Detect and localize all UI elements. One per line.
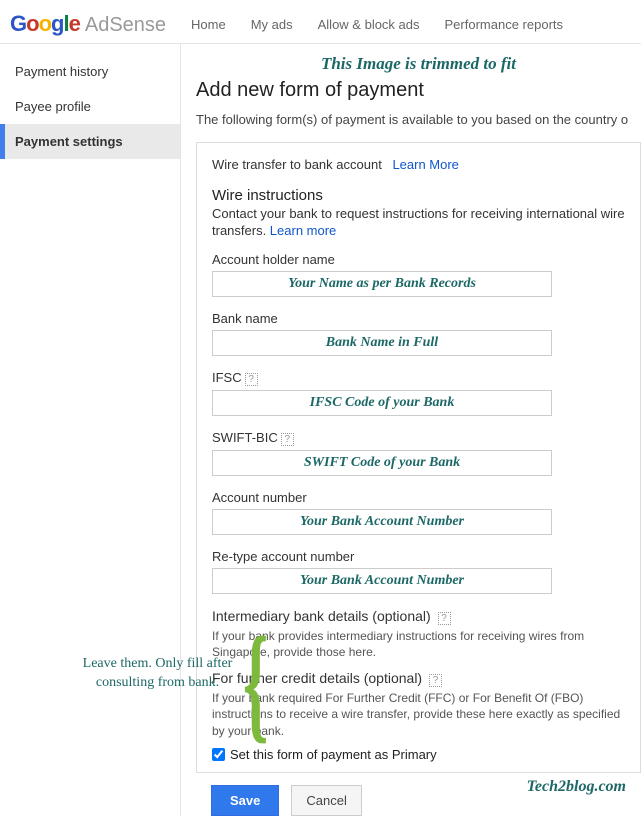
save-button[interactable]: Save [211,785,279,816]
input-retype-account[interactable]: Your Bank Account Number [212,568,552,594]
ffc-desc: If your bank required For Further Credit… [212,690,625,739]
primary-checkbox[interactable] [212,748,225,761]
primary-checkbox-row: Set this form of payment as Primary [212,747,625,762]
label-bank-name: Bank name [212,311,625,326]
label-ifsc: IFSC? [212,370,625,386]
nav-home[interactable]: Home [191,17,226,32]
nav-performance[interactable]: Performance reports [445,17,564,32]
nav-allow-block[interactable]: Allow & block ads [318,17,420,32]
trim-annotation: This Image is trimmed to fit [196,54,641,74]
input-ifsc[interactable]: IFSC Code of your Bank [212,390,552,416]
wire-instructions-title: Wire instructions [212,187,625,204]
intro-text: The following form(s) of payment is avai… [196,112,641,127]
app-header: Google AdSense Home My ads Allow & block… [0,0,641,43]
wire-learn-more-link[interactable]: Learn more [270,223,336,238]
cancel-button[interactable]: Cancel [291,785,361,816]
panel-header-text: Wire transfer to bank account [212,157,382,172]
sidebar-item-payment-history[interactable]: Payment history [0,54,180,89]
label-account-number: Account number [212,490,625,505]
watermark: Tech2blog.com [527,778,626,796]
wire-instructions-desc: Contact your bank to request instruction… [212,206,625,240]
google-logo: Google [10,11,80,37]
input-account-holder[interactable]: Your Name as per Bank Records [212,271,552,297]
sidebar: Payment history Payee profile Payment se… [0,44,181,816]
help-icon[interactable]: ? [438,612,451,625]
intermediary-desc: If your bank provides intermediary instr… [212,628,625,660]
input-account-number[interactable]: Your Bank Account Number [212,509,552,535]
panel-header: Wire transfer to bank account Learn More [197,153,640,182]
brace-annotation-text: Leave them. Only fill after consulting f… [75,655,240,693]
help-icon[interactable]: ? [281,433,294,446]
label-account-holder: Account holder name [212,252,625,267]
label-retype-account: Re-type account number [212,549,625,564]
brace-annotation-icon: { [243,625,269,742]
page-title: Add new form of payment [196,79,641,102]
brand-text: AdSense [85,14,166,37]
sidebar-item-payment-settings[interactable]: Payment settings [0,124,180,159]
learn-more-link[interactable]: Learn More [392,157,458,172]
input-bank-name[interactable]: Bank Name in Full [212,330,552,356]
intermediary-title: Intermediary bank details (optional) ? [212,608,625,625]
sidebar-item-payee-profile[interactable]: Payee profile [0,89,180,124]
logo: Google AdSense [10,11,166,37]
ffc-title: For further credit details (optional) ? [212,670,625,687]
top-nav: Home My ads Allow & block ads Performanc… [191,17,563,32]
nav-my-ads[interactable]: My ads [251,17,293,32]
help-icon[interactable]: ? [429,674,442,687]
label-swift: SWIFT-BIC? [212,430,625,446]
input-swift[interactable]: SWIFT Code of your Bank [212,450,552,476]
help-icon[interactable]: ? [245,373,258,386]
